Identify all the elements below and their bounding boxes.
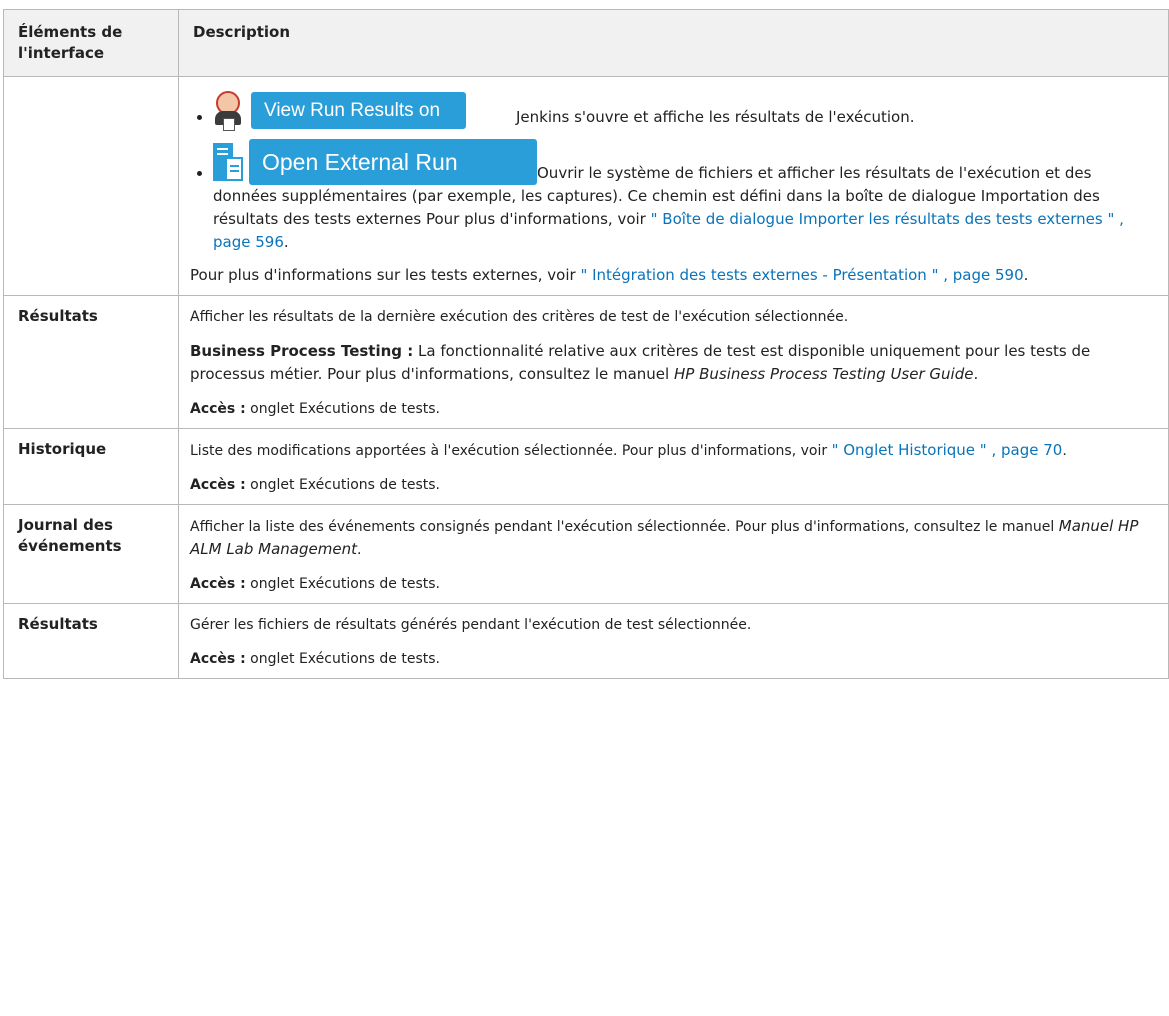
list-item-external: Open External Run Results Path Ouvrir le… bbox=[213, 139, 1154, 254]
interface-elements-table: Éléments de l'interface Description View… bbox=[3, 9, 1169, 679]
bpt-guide-title: HP Business Process Testing User Guide bbox=[673, 365, 974, 383]
table-row-buttons: View Run Results on Jenkins Jenkins s'ou… bbox=[3, 76, 1169, 296]
header-elements: Éléments de l'interface bbox=[3, 9, 179, 77]
jenkins-icon bbox=[213, 91, 243, 131]
open-external-run-results-path-button[interactable]: Open External Run Results Path bbox=[249, 139, 537, 221]
row-description: Gérer les fichiers de résultats générés … bbox=[178, 603, 1169, 679]
table-row-resultats-fichiers: Résultats Gérer les fichiers de résultat… bbox=[3, 603, 1169, 679]
cell-empty bbox=[3, 76, 179, 296]
bpt-label: Business Process Testing : bbox=[190, 342, 414, 360]
link-external-tests-overview[interactable]: " Intégration des tests externes - Prése… bbox=[580, 266, 1023, 284]
row-name: Résultats bbox=[3, 295, 179, 429]
cell-buttons-description: View Run Results on Jenkins Jenkins s'ou… bbox=[178, 76, 1169, 296]
row-name: Résultats bbox=[3, 603, 179, 679]
row-name: Journal des événements bbox=[3, 504, 179, 604]
row-description: Afficher la liste des événements consign… bbox=[178, 504, 1169, 604]
header-description: Description bbox=[178, 9, 1169, 77]
jenkins-description: Jenkins s'ouvre et affiche les résultats… bbox=[516, 108, 915, 126]
table-header-row: Éléments de l'interface Description bbox=[3, 9, 1169, 77]
file-document-icon bbox=[213, 143, 245, 185]
list-item-jenkins: View Run Results on Jenkins Jenkins s'ou… bbox=[213, 91, 1154, 158]
access-label: Accès : bbox=[190, 576, 246, 592]
button-list: View Run Results on Jenkins Jenkins s'ou… bbox=[190, 91, 1154, 254]
access-label: Accès : bbox=[190, 401, 246, 417]
external-button-image[interactable]: Open External Run Results Path bbox=[213, 139, 537, 221]
row-description: Liste des modifications apportées à l'ex… bbox=[178, 428, 1169, 505]
access-label: Accès : bbox=[190, 651, 246, 667]
access-label: Accès : bbox=[190, 477, 246, 493]
table-row-historique: Historique Liste des modifications appor… bbox=[3, 428, 1169, 505]
view-run-results-jenkins-button[interactable]: View Run Results on Jenkins bbox=[251, 92, 466, 158]
external-tests-note: Pour plus d'informations sur les tests e… bbox=[190, 266, 1029, 284]
link-history-tab[interactable]: " Onglet Historique " , page 70 bbox=[832, 441, 1063, 459]
table-row-resultats: Résultats Afficher les résultats de la d… bbox=[3, 295, 1169, 429]
row-name: Historique bbox=[3, 428, 179, 505]
row-description: Afficher les résultats de la dernière ex… bbox=[178, 295, 1169, 429]
table-row-journal: Journal des événements Afficher la liste… bbox=[3, 504, 1169, 604]
jenkins-button-image[interactable]: View Run Results on Jenkins bbox=[213, 91, 466, 158]
